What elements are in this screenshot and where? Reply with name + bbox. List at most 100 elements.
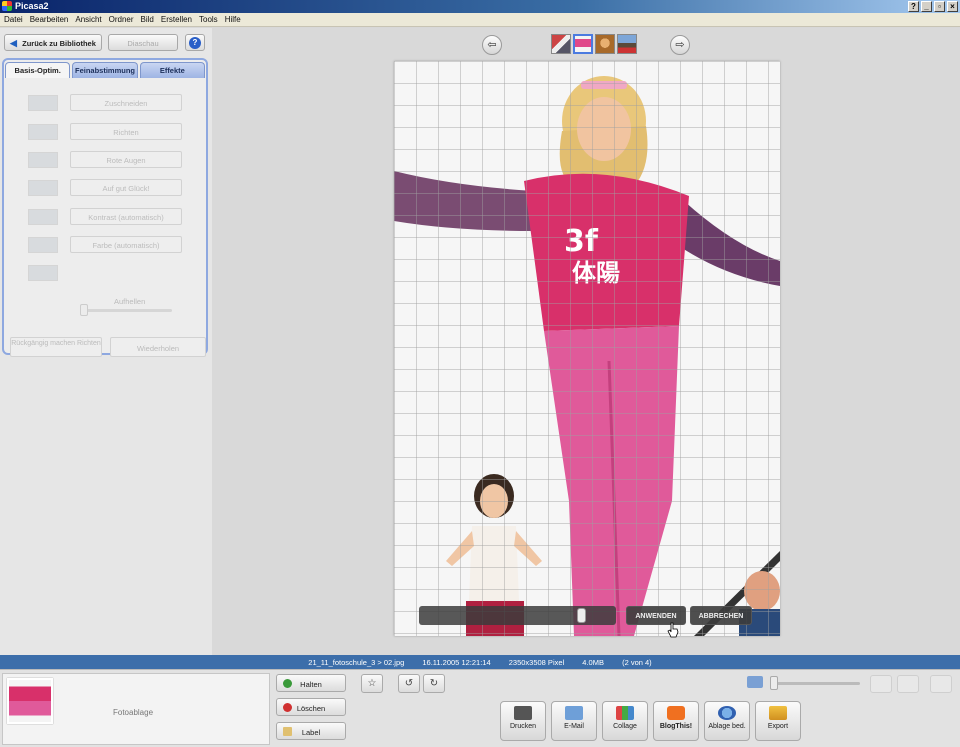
red-eye-thumb-icon (28, 152, 58, 168)
tray-thumbnail[interactable] (7, 678, 53, 724)
maximize-button[interactable]: ▫ (934, 1, 945, 12)
red-eye-button[interactable]: Rote Augen (70, 151, 182, 168)
contrast-thumb-icon (28, 209, 58, 225)
next-photo-button[interactable]: ⇨ (670, 35, 690, 55)
slideshow-label: Diaschau (127, 39, 159, 48)
label-button[interactable]: Label (276, 722, 346, 740)
photo-position: (2 von 4) (622, 658, 652, 667)
menu-tools[interactable]: Tools (199, 15, 218, 24)
menu-ansicht[interactable]: Ansicht (75, 15, 101, 24)
lucky-button[interactable]: Auf gut Glück! (70, 179, 182, 196)
view-single-button[interactable] (870, 675, 892, 693)
order-prints-label: Ablage bed. (708, 723, 746, 730)
minimize-button[interactable]: _ (921, 1, 932, 12)
arrow-right-icon: ⇨ (675, 39, 685, 51)
photo-viewer: ⇦ ⇨ 3f 体陽 (212, 28, 960, 655)
rotate-left-button[interactable]: ↺ (398, 674, 420, 693)
menu-erstellen[interactable]: Erstellen (161, 15, 192, 24)
zoom-slider-track[interactable] (770, 682, 860, 685)
delete-button[interactable]: Löschen (276, 698, 346, 716)
color-thumb-icon (28, 237, 58, 253)
tool-straighten: Richten (28, 123, 188, 141)
rotate-right-button[interactable]: ↻ (423, 674, 445, 693)
straighten-slider-knob[interactable] (577, 608, 587, 623)
undo-button[interactable]: Rückgängig machen Richten (10, 337, 102, 357)
tab-feinabstimmung[interactable]: Feinabstimmung (72, 62, 138, 78)
photo-info-bar: 21_11_fotoschule_3 > 02.jpg 16.11.2005 1… (0, 655, 960, 669)
cancel-button[interactable]: ABBRECHEN (690, 606, 752, 625)
view-compare-button[interactable] (897, 675, 919, 693)
rotate-right-icon: ↻ (429, 678, 439, 689)
picasa-web-button[interactable] (930, 675, 952, 693)
menu-bild[interactable]: Bild (141, 15, 154, 24)
tab-effekte[interactable]: Effekte (139, 62, 205, 78)
back-arrow-icon: ◀ (10, 38, 17, 48)
crop-button[interactable]: Zuschneiden (70, 94, 182, 111)
tool-crop: Zuschneiden (28, 94, 188, 112)
bottom-bar: Fotoablage Halten Löschen Label ☆ ↺ ↻ Dr… (0, 669, 960, 747)
auto-contrast-button[interactable]: Kontrast (automatisch) (70, 208, 182, 225)
menu-datei[interactable]: Datei (4, 15, 23, 24)
straighten-grid-overlay (394, 61, 780, 636)
label-icon (283, 727, 292, 736)
rotate-left-icon: ↺ (404, 678, 414, 689)
hand-cursor-icon (667, 622, 679, 638)
thumbnail-4[interactable] (617, 34, 637, 54)
help-button[interactable]: ? (185, 34, 205, 51)
delete-label: Löschen (296, 704, 326, 713)
tab-basis-optim[interactable]: Basis-Optim. (5, 62, 71, 78)
auto-color-button[interactable]: Farbe (automatisch) (70, 236, 182, 253)
menu-ordner[interactable]: Ordner (109, 15, 134, 24)
hold-label: Halten (300, 680, 322, 689)
tool-fill-light (28, 264, 188, 282)
tool-auto-color: Farbe (automatisch) (28, 236, 188, 254)
photo-date: 16.11.2005 12:21:14 (422, 658, 491, 667)
label-label: Label (301, 728, 321, 737)
photo-size: 4.0MB (582, 658, 604, 667)
tray-label: Fotoablage (113, 708, 154, 717)
print-button[interactable]: Drucken (500, 701, 546, 741)
tool-lucky: Auf gut Glück! (28, 179, 188, 197)
menu-hilfe[interactable]: Hilfe (225, 15, 241, 24)
hold-icon (283, 679, 292, 688)
tool-tabs-box: Basis-Optim. Feinabstimmung Effekte Zusc… (2, 58, 208, 357)
export-label: Export (767, 723, 789, 730)
thumbnail-1[interactable] (551, 34, 571, 54)
slideshow-button[interactable]: Diaschau (108, 34, 178, 51)
thumbnail-2-selected[interactable] (573, 34, 593, 54)
back-to-library-label: Zurück zu Bibliothek (22, 39, 96, 48)
email-button[interactable]: E-Mail (551, 701, 597, 741)
help-window-button[interactable]: ? (908, 1, 919, 12)
thumbnail-3[interactable] (595, 34, 615, 54)
redo-button[interactable]: Wiederholen (110, 337, 206, 357)
star-button[interactable]: ☆ (361, 674, 383, 693)
fill-light-track[interactable] (84, 309, 172, 312)
picasa-icon (2, 1, 12, 11)
back-to-library-button[interactable]: ◀ Zurück zu Bibliothek (4, 34, 102, 51)
collage-button[interactable]: Collage (602, 701, 648, 741)
blogthis-button[interactable]: BlogThis! (653, 701, 699, 741)
photo-path: 21_11_fotoschule_3 > 02.jpg (308, 658, 405, 667)
hold-button[interactable]: Halten (276, 674, 346, 692)
zoom-slider-knob[interactable] (770, 676, 778, 690)
print-label: Drucken (509, 723, 537, 730)
straighten-button[interactable]: Richten (70, 123, 182, 140)
fill-light-thumb-icon (28, 265, 58, 281)
printer-icon (514, 706, 532, 720)
crop-thumb-icon (28, 95, 58, 111)
photo-canvas: 3f 体陽 (394, 61, 780, 636)
title-bar: Picasa2 ? _ ▫ × (0, 0, 960, 13)
straighten-slider[interactable] (419, 606, 616, 625)
tool-auto-contrast: Kontrast (automatisch) (28, 208, 188, 226)
export-button[interactable]: Export (755, 701, 801, 741)
order-prints-button[interactable]: Ablage bed. (704, 701, 750, 741)
previous-photo-button[interactable]: ⇦ (482, 35, 502, 55)
export-icon (769, 706, 787, 720)
globe-icon (718, 706, 736, 720)
collage-label: Collage (613, 723, 637, 730)
zoom-icon (747, 676, 763, 688)
tool-red-eye: Rote Augen (28, 151, 188, 169)
close-button[interactable]: × (947, 1, 958, 12)
fill-light-knob[interactable] (80, 304, 88, 316)
menu-bearbeiten[interactable]: Bearbeiten (30, 15, 69, 24)
